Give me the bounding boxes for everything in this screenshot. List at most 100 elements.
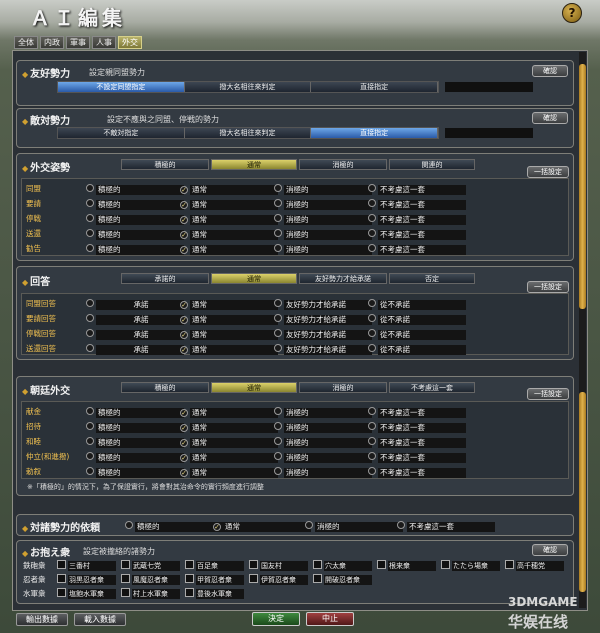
checkbox-icon[interactable] xyxy=(313,560,322,569)
radio-icon[interactable] xyxy=(368,299,376,307)
answer-option[interactable]: ✓ 通常 xyxy=(180,298,278,310)
answer-header-1[interactable]: 通常 xyxy=(211,273,297,284)
diplomacy-option[interactable]: 積極的 xyxy=(86,198,184,210)
diplomacy-option[interactable]: 消極的 xyxy=(274,213,372,225)
court-option[interactable]: ✓ 通常 xyxy=(180,466,278,478)
court-option[interactable]: 不考慮這一套 xyxy=(368,466,466,478)
answer-option[interactable]: ✓ 通常 xyxy=(180,313,278,325)
scrollbar[interactable] xyxy=(579,52,586,608)
hostile-opt-judge[interactable]: 撥大名相往來判定 xyxy=(184,128,312,138)
radio-icon[interactable] xyxy=(368,407,376,415)
radio-icon[interactable] xyxy=(368,452,376,460)
check-icon[interactable]: ✓ xyxy=(180,231,188,239)
court-header-0[interactable]: 積極的 xyxy=(121,382,209,393)
export-data-button[interactable]: 輸出數據 xyxy=(16,613,68,626)
answer-bulk-button[interactable]: 一括設定 xyxy=(527,281,569,293)
retainer-checkbox[interactable]: 国友村 xyxy=(249,560,308,571)
radio-icon[interactable] xyxy=(397,521,405,529)
answer-option[interactable]: 承諾 xyxy=(86,328,184,340)
radio-icon[interactable] xyxy=(368,329,376,337)
retainer-checkbox[interactable]: 豊後水軍衆 xyxy=(185,588,244,599)
court-option[interactable]: 消極的 xyxy=(274,466,372,478)
radio-icon[interactable] xyxy=(274,314,282,322)
court-option[interactable]: ✓ 通常 xyxy=(180,406,278,418)
diplomacy-option[interactable]: 積極的 xyxy=(86,213,184,225)
help-icon[interactable]: ? xyxy=(562,3,582,23)
court-option[interactable]: 消極的 xyxy=(274,436,372,448)
court-option[interactable]: 積極的 xyxy=(86,421,184,433)
retainer-checkbox[interactable]: 武蔵七党 xyxy=(121,560,180,571)
retainer-checkbox[interactable]: 根来衆 xyxy=(377,560,436,571)
retainer-checkbox[interactable]: 羽黒忍者衆 xyxy=(57,574,116,585)
court-option[interactable]: 不考慮這一套 xyxy=(368,451,466,463)
radio-icon[interactable] xyxy=(274,214,282,222)
tab-overall[interactable]: 全体 xyxy=(14,36,38,49)
answer-option[interactable]: 友好勢力才給承諾 xyxy=(274,298,372,310)
check-icon[interactable]: ✓ xyxy=(180,316,188,324)
court-option[interactable]: 消極的 xyxy=(274,421,372,433)
checkbox-icon[interactable] xyxy=(249,560,258,569)
diplomacy-option[interactable]: 積極的 xyxy=(86,243,184,255)
check-icon[interactable]: ✓ xyxy=(180,454,188,462)
hostile-opt-none[interactable]: 不敵対指定 xyxy=(58,128,185,138)
answer-header-3[interactable]: 否定 xyxy=(389,273,475,284)
check-icon[interactable]: ✓ xyxy=(180,346,188,354)
friendly-confirm-button[interactable]: 確認 xyxy=(532,65,568,77)
tab-domestic[interactable]: 内政 xyxy=(40,36,64,49)
radio-icon[interactable] xyxy=(86,329,94,337)
retainer-checkbox[interactable]: 穴太衆 xyxy=(313,560,372,571)
diplomacy-option[interactable]: 不考慮這一套 xyxy=(368,243,466,255)
answer-option[interactable]: 友好勢力才給承諾 xyxy=(274,343,372,355)
radio-icon[interactable] xyxy=(86,437,94,445)
reliance-option[interactable]: 不考慮這一套 xyxy=(397,520,495,532)
answer-option[interactable]: 友好勢力才給承諾 xyxy=(274,328,372,340)
answer-option[interactable]: 友好勢力才給承諾 xyxy=(274,313,372,325)
court-header-1[interactable]: 通常 xyxy=(211,382,297,393)
diplomacy-option[interactable]: ✓ 通常 xyxy=(180,213,278,225)
radio-icon[interactable] xyxy=(274,299,282,307)
diplomacy-header-2[interactable]: 消極的 xyxy=(299,159,387,170)
answer-option[interactable]: 從不承諾 xyxy=(368,298,466,310)
answer-option[interactable]: 承諾 xyxy=(86,313,184,325)
radio-icon[interactable] xyxy=(368,184,376,192)
radio-icon[interactable] xyxy=(86,407,94,415)
radio-icon[interactable] xyxy=(86,184,94,192)
tab-diplomacy[interactable]: 外交 xyxy=(118,36,142,49)
retainer-checkbox[interactable]: 塩飽水軍衆 xyxy=(57,588,116,599)
friendly-opt-direct[interactable]: 直接指定 xyxy=(311,82,439,92)
checkbox-icon[interactable] xyxy=(313,574,322,583)
retainer-checkbox[interactable]: 三番村 xyxy=(57,560,116,571)
check-icon[interactable]: ✓ xyxy=(180,201,188,209)
checkbox-icon[interactable] xyxy=(57,560,66,569)
radio-icon[interactable] xyxy=(86,214,94,222)
diplomacy-option[interactable]: 消極的 xyxy=(274,198,372,210)
friendly-opt-none[interactable]: 不設定同盟指定 xyxy=(58,82,185,92)
diplomacy-option[interactable]: 消極的 xyxy=(274,228,372,240)
ok-button[interactable]: 決定 xyxy=(252,612,300,626)
answer-option[interactable]: 從不承諾 xyxy=(368,328,466,340)
radio-icon[interactable] xyxy=(125,521,133,529)
check-icon[interactable]: ✓ xyxy=(180,246,188,254)
court-option[interactable]: 不考慮這一套 xyxy=(368,406,466,418)
retainer-checkbox[interactable]: 伊賀忍者衆 xyxy=(249,574,308,585)
radio-icon[interactable] xyxy=(274,199,282,207)
retainer-checkbox[interactable]: 甲賀忍者衆 xyxy=(185,574,244,585)
answer-option[interactable]: 從不承諾 xyxy=(368,343,466,355)
diplomacy-option[interactable]: 消極的 xyxy=(274,183,372,195)
check-icon[interactable]: ✓ xyxy=(180,186,188,194)
checkbox-icon[interactable] xyxy=(249,574,258,583)
retainer-checkbox[interactable]: 高千穂党 xyxy=(505,560,564,571)
diplomacy-option[interactable]: 不考慮這一套 xyxy=(368,228,466,240)
checkbox-icon[interactable] xyxy=(121,588,130,597)
radio-icon[interactable] xyxy=(86,314,94,322)
answer-option[interactable]: ✓ 通常 xyxy=(180,343,278,355)
checkbox-icon[interactable] xyxy=(121,574,130,583)
court-header-3[interactable]: 不考慮這一套 xyxy=(389,382,475,393)
court-option[interactable]: 消極的 xyxy=(274,451,372,463)
retainer-checkbox[interactable]: 村上水軍衆 xyxy=(121,588,180,599)
diplomacy-bulk-button[interactable]: 一括設定 xyxy=(527,166,569,178)
court-option[interactable]: 積極的 xyxy=(86,466,184,478)
import-data-button[interactable]: 載入數據 xyxy=(74,613,126,626)
radio-icon[interactable] xyxy=(368,314,376,322)
radio-icon[interactable] xyxy=(274,329,282,337)
